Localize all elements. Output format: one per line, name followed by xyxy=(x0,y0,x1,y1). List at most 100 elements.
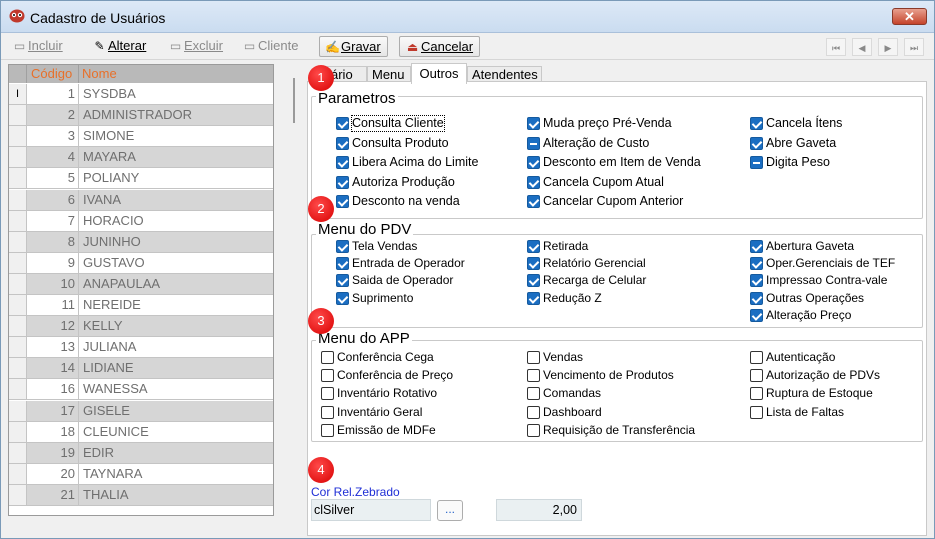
checkbox-box[interactable] xyxy=(321,387,334,401)
incluir-label: Incluir xyxy=(28,38,63,53)
checkbox-box[interactable] xyxy=(750,291,763,305)
excluir-button[interactable]: ▭ Excluir xyxy=(167,36,223,57)
checkbox-box[interactable] xyxy=(750,117,763,130)
checkbox-box[interactable] xyxy=(750,351,763,364)
checkbox-box[interactable] xyxy=(527,291,540,305)
checkbox-box[interactable] xyxy=(527,387,540,401)
checkbox-label: Abre Gaveta xyxy=(766,135,837,150)
table-row[interactable]: 7 HORACIO xyxy=(9,210,273,232)
table-row[interactable]: 11 NEREIDE xyxy=(9,295,273,317)
table-row[interactable]: 8 JUNINHO xyxy=(9,231,273,253)
checkbox-box[interactable] xyxy=(321,369,334,383)
checkbox-box[interactable] xyxy=(527,351,540,364)
checkbox-box[interactable] xyxy=(336,274,349,288)
checkbox-box[interactable] xyxy=(527,405,540,419)
checkbox-box[interactable] xyxy=(527,117,540,130)
checkbox-label: Autoriza Produção xyxy=(352,174,455,189)
table-row[interactable]: 16 WANESSA xyxy=(9,379,273,401)
checkbox-box[interactable] xyxy=(527,257,540,271)
table-row[interactable]: 12 KELLY xyxy=(9,316,273,338)
checkbox-box[interactable] xyxy=(336,117,349,130)
window-title: Cadastro de Usuários xyxy=(30,10,166,26)
close-button[interactable]: ✕ xyxy=(892,8,927,25)
checkbox-box[interactable] xyxy=(336,257,349,271)
checkbox-box[interactable] xyxy=(527,240,540,253)
checkbox-box[interactable] xyxy=(750,369,763,383)
column-header-code[interactable]: Código xyxy=(28,65,79,83)
prev-record-button[interactable]: ◀ xyxy=(852,38,872,56)
checkbox-label: Comandas xyxy=(543,386,602,401)
table-row[interactable]: 19 EDIR xyxy=(9,442,273,464)
color-picker-button[interactable]: ... xyxy=(437,500,463,521)
checkbox-box[interactable] xyxy=(750,387,763,401)
zebrado-number-field[interactable]: 2,00 xyxy=(496,499,582,521)
checkbox-box[interactable] xyxy=(750,405,763,419)
column-header-name[interactable]: Nome xyxy=(80,65,117,83)
cell-code: 6 xyxy=(28,189,79,210)
checkbox-label: Desconto na venda xyxy=(352,194,460,208)
cell-code: 20 xyxy=(28,463,79,484)
table-row[interactable]: 5 POLIANY xyxy=(9,168,273,190)
checkbox-box[interactable] xyxy=(750,308,763,322)
table-row[interactable]: 13 JULIANA xyxy=(9,337,273,359)
checkbox-box[interactable] xyxy=(336,156,349,169)
table-row[interactable]: 10 ANAPAULAA xyxy=(9,273,273,295)
checkbox-box[interactable] xyxy=(336,240,349,253)
table-row[interactable]: 14 LIDIANE xyxy=(9,358,273,380)
cell-code: 9 xyxy=(28,252,79,273)
checkbox-box[interactable] xyxy=(527,423,540,437)
last-record-button[interactable]: ⏭ xyxy=(904,38,924,56)
checkbox-box[interactable] xyxy=(750,257,763,271)
splitter-handle[interactable] xyxy=(293,78,295,123)
checkbox-label: Ruptura de Estoque xyxy=(766,386,873,401)
checkbox-box[interactable] xyxy=(321,351,334,364)
cell-code: 18 xyxy=(28,421,79,442)
checkbox-box[interactable] xyxy=(321,423,334,437)
alterar-button[interactable]: ✎ Alterar xyxy=(91,36,146,57)
checkbox-box[interactable] xyxy=(336,195,349,208)
table-row[interactable]: 21 THALIA xyxy=(9,484,273,506)
cor-zebrado-field[interactable]: clSilver xyxy=(311,499,431,521)
gravar-button[interactable]: ✍Gravar xyxy=(319,36,388,57)
next-record-button[interactable]: ▶ xyxy=(878,38,898,56)
checkbox-box[interactable] xyxy=(527,136,540,150)
table-row[interactable]: 17 GISELE xyxy=(9,400,273,422)
checkbox-box[interactable] xyxy=(336,175,349,189)
first-record-button[interactable]: ⏮ xyxy=(826,38,846,56)
row-indicator xyxy=(9,316,27,337)
cell-code: 2 xyxy=(28,105,79,126)
cell-name: NEREIDE xyxy=(83,297,141,312)
users-grid[interactable]: Código Nome I 1 SYSDBA 2 ADMINISTRADOR 3 SIMON… xyxy=(8,64,274,516)
checkbox-box[interactable] xyxy=(750,240,763,253)
checkbox-box[interactable] xyxy=(527,156,540,169)
checkbox-box[interactable] xyxy=(750,156,763,169)
cliente-button[interactable]: ▭ Cliente xyxy=(241,36,299,57)
cell-name: JULIANA xyxy=(83,339,137,355)
title-bar[interactable]: Cadastro de Usuários ✕ xyxy=(1,1,934,33)
row-indicator xyxy=(9,168,27,189)
table-row[interactable]: 2 ADMINISTRADOR xyxy=(9,105,273,127)
table-row[interactable]: I 1 SYSDBA xyxy=(9,84,273,106)
user-registration-window: Cadastro de Usuários ✕ ▭ Incluir ✎ Alterar… xyxy=(0,0,935,539)
table-row[interactable]: 18 CLEUNICE xyxy=(9,421,273,443)
checkbox-box[interactable] xyxy=(336,291,349,305)
cell-code: 4 xyxy=(28,147,79,168)
cell-name: MAYARA xyxy=(83,149,136,165)
cancelar-button[interactable]: ⏏ Cancelar xyxy=(399,36,481,57)
tab-outros[interactable]: Outros xyxy=(411,63,467,84)
table-row[interactable]: 20 TAYNARA xyxy=(9,463,273,485)
checkbox-box[interactable] xyxy=(527,175,540,189)
checkbox-box[interactable] xyxy=(527,369,540,383)
table-row[interactable]: 6 IVANA xyxy=(9,189,273,211)
table-row[interactable]: 3 SIMONE xyxy=(9,126,273,148)
checkbox-box[interactable] xyxy=(527,195,540,208)
checkbox-box[interactable] xyxy=(750,136,763,150)
checkbox-box[interactable] xyxy=(321,405,334,419)
checkbox-box[interactable] xyxy=(336,136,349,150)
table-row[interactable]: 9 GUSTAVO xyxy=(9,252,273,274)
checkbox-box[interactable] xyxy=(527,274,540,288)
table-row[interactable]: 4 MAYARA xyxy=(9,147,273,169)
checkbox-label: Vendas xyxy=(543,350,584,364)
checkbox-box[interactable] xyxy=(750,274,763,288)
incluir-button[interactable]: ▭ Incluir xyxy=(11,36,63,57)
